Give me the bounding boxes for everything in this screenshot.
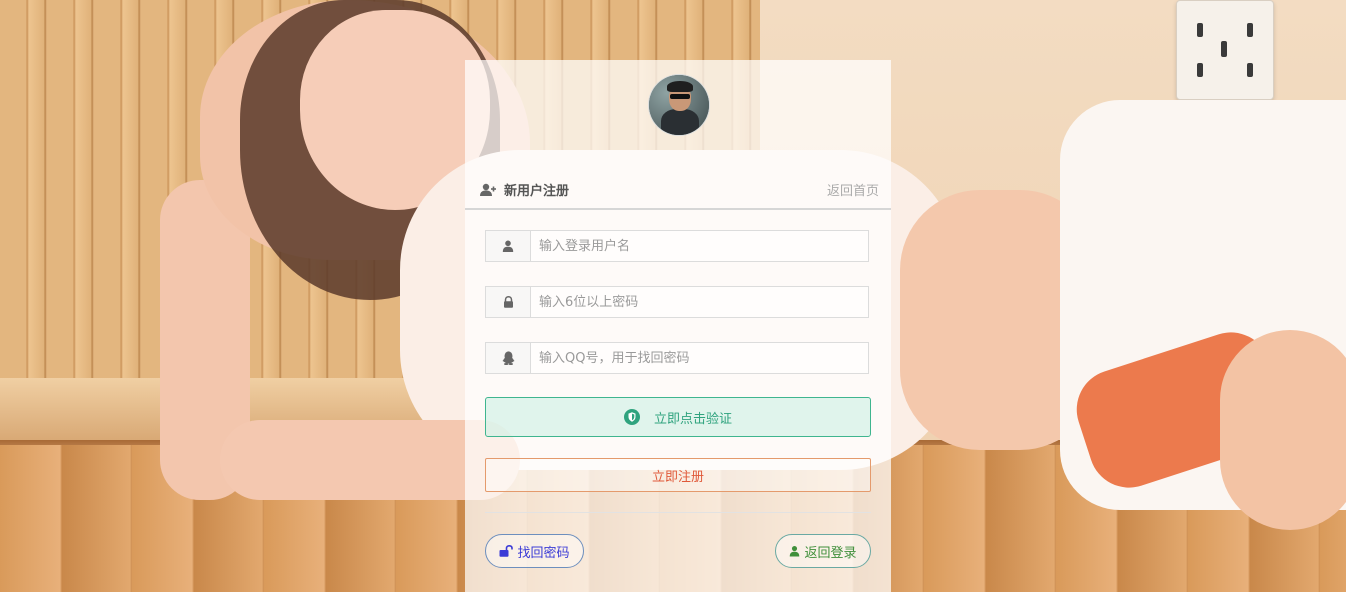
- shield-icon: [623, 409, 640, 425]
- lock-icon: [503, 296, 513, 308]
- username-input[interactable]: [531, 231, 868, 261]
- username-addon: [486, 231, 531, 261]
- register-button[interactable]: 立即注册: [485, 458, 871, 492]
- page-title: 新用户注册: [480, 180, 569, 199]
- back-login-label: 返回登录: [804, 545, 857, 561]
- user-icon: [502, 240, 514, 252]
- find-password-label: 找回密码: [517, 545, 570, 561]
- unlock-icon: [499, 545, 514, 557]
- find-password-button[interactable]: 找回密码: [485, 534, 584, 568]
- divider: [485, 512, 871, 513]
- user-plus-icon: [480, 183, 496, 196]
- back-home-link[interactable]: 返回首页: [827, 180, 879, 199]
- password-field: [485, 286, 869, 318]
- qq-field: [485, 342, 869, 374]
- back-login-button[interactable]: 返回登录: [775, 534, 871, 568]
- password-input[interactable]: [531, 287, 868, 317]
- password-addon: [486, 287, 531, 317]
- verify-button[interactable]: 立即点击验证: [485, 397, 871, 437]
- panel-header: 新用户注册 返回首页: [465, 170, 891, 210]
- avatar: [648, 74, 710, 136]
- page-title-text: 新用户注册: [504, 184, 570, 199]
- register-panel: 新用户注册 返回首页 输入登录用户名 输入QQ号，用于找回密码 立即点击验证 立…: [465, 60, 891, 592]
- verify-label: 立即点击验证: [653, 411, 732, 427]
- username-field: [485, 230, 869, 262]
- qq-input[interactable]: [531, 343, 868, 373]
- user-icon: [790, 545, 800, 557]
- wall-outlet: [1176, 0, 1274, 100]
- qq-penguin-icon: [502, 351, 514, 365]
- qq-addon: [486, 343, 531, 373]
